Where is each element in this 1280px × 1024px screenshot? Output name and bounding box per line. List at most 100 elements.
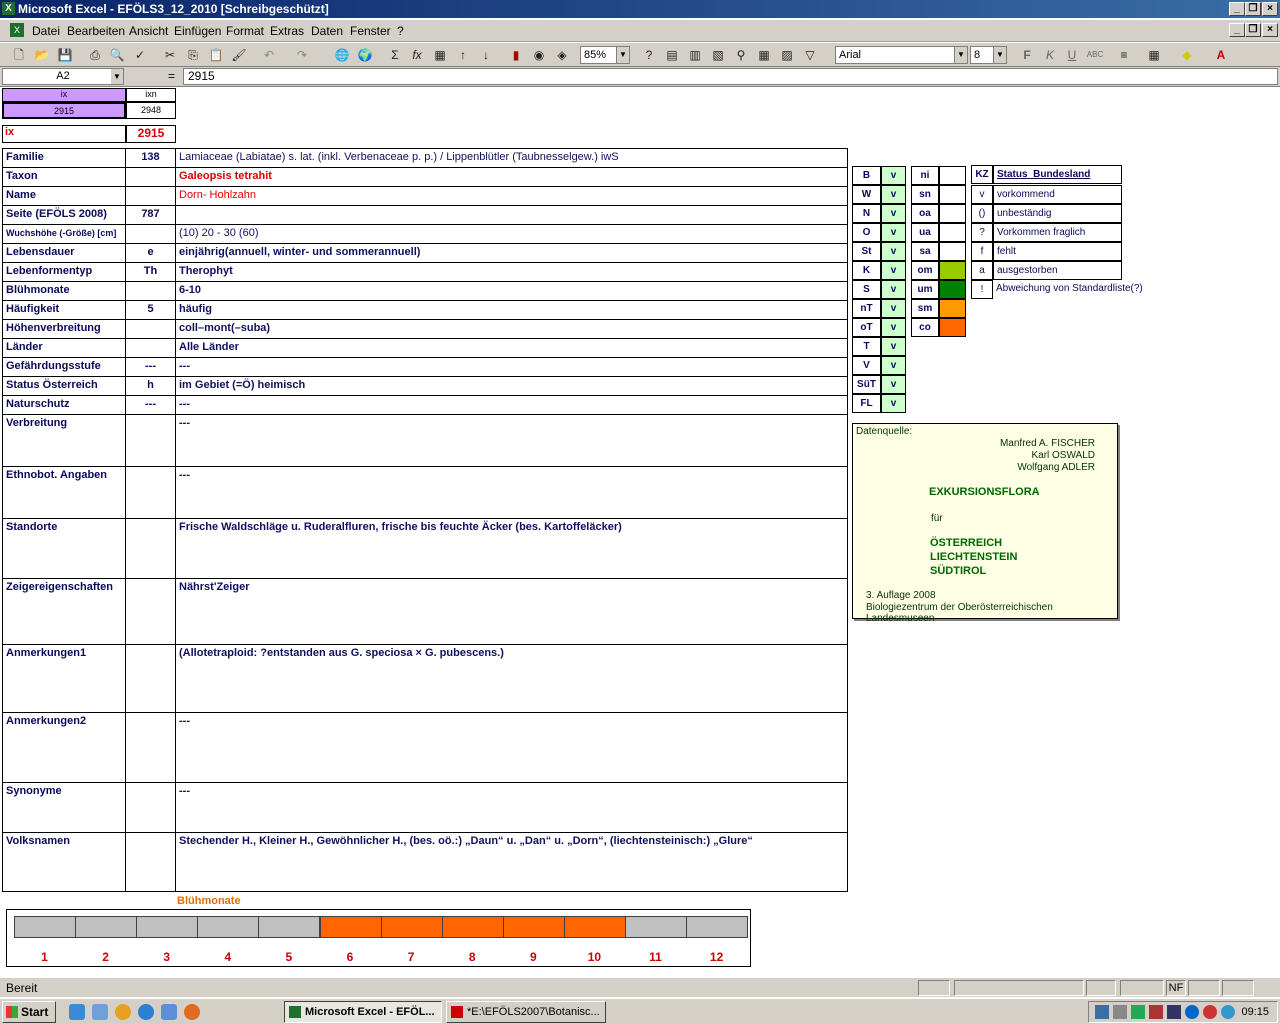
toolbar-icon-d[interactable]: ▦ — [755, 46, 773, 64]
row-label[interactable]: Lebensdauer — [2, 243, 126, 262]
row-text[interactable]: häufig — [176, 300, 848, 319]
ix-header[interactable]: ix — [2, 88, 126, 102]
text-row-text[interactable]: --- — [176, 782, 848, 832]
text-row-label[interactable]: Synonyme — [2, 782, 126, 832]
row-code[interactable]: 787 — [126, 205, 176, 224]
chevron-down-icon[interactable]: ▼ — [993, 47, 1006, 63]
underline-button[interactable]: U — [1063, 46, 1081, 64]
align-icon[interactable]: ≡ — [1115, 46, 1133, 64]
row-text[interactable]: einjährig(annuell, winter- und sommerann… — [176, 243, 848, 262]
chart-wizard-icon[interactable]: ▮ — [507, 46, 525, 64]
menu-help[interactable]: ? — [397, 24, 404, 38]
row-label[interactable]: Länder — [2, 338, 126, 357]
font-color-icon[interactable]: A — [1212, 46, 1230, 64]
ixn-header[interactable]: ixn — [126, 88, 176, 102]
doc-restore-button[interactable]: ❐ — [1245, 23, 1261, 37]
row-code[interactable]: e — [126, 243, 176, 262]
text-row-label[interactable]: Anmerkungen1 — [2, 644, 126, 712]
redo-icon[interactable]: ↷ — [293, 46, 311, 64]
map-icon[interactable]: ◉ — [530, 46, 548, 64]
task-editor[interactable]: *E:\EFÖLS2007\Botanisc... — [446, 1001, 606, 1023]
text-row-label[interactable]: Verbreitung — [2, 414, 126, 466]
quicklaunch-browser-icon[interactable] — [138, 1004, 154, 1020]
autosum-icon[interactable]: Σ — [386, 46, 404, 64]
borders-icon[interactable]: ▦ — [1145, 46, 1163, 64]
tray-shield-icon[interactable] — [1167, 1005, 1181, 1019]
row-code[interactable] — [126, 224, 176, 243]
row-label[interactable]: Häufigkeit — [2, 300, 126, 319]
tray-icon-7[interactable] — [1203, 1005, 1217, 1019]
doc-minimize-button[interactable]: _ — [1229, 23, 1245, 37]
row-label[interactable]: Wuchshöhe (-Größe) [cm] — [2, 224, 126, 243]
tray-icon-8[interactable] — [1221, 1005, 1235, 1019]
toolbar-icon-c[interactable]: ▧ — [709, 46, 727, 64]
menu-daten[interactable]: Daten — [311, 24, 343, 38]
row-code[interactable]: 5 — [126, 300, 176, 319]
text-row-code[interactable] — [126, 578, 176, 644]
row-label[interactable]: Familie — [2, 148, 126, 167]
row-text[interactable]: --- — [176, 395, 848, 414]
restore-button[interactable]: ❐ — [1245, 2, 1261, 16]
bold-button[interactable]: F — [1018, 46, 1036, 64]
italic-button[interactable]: K — [1041, 46, 1059, 64]
doc-close-button[interactable]: × — [1262, 23, 1278, 37]
quicklaunch-firefox-icon[interactable] — [184, 1004, 200, 1020]
save-icon[interactable]: 💾 — [56, 46, 74, 64]
row-code[interactable]: 138 — [126, 148, 176, 167]
tray-volume-icon[interactable] — [1113, 1005, 1127, 1019]
row-label[interactable]: Status Österreich — [2, 376, 126, 395]
open-icon[interactable]: 📂 — [33, 46, 51, 64]
tray-info-icon[interactable] — [1185, 1005, 1199, 1019]
row-label[interactable]: Naturschutz — [2, 395, 126, 414]
print-icon[interactable]: ⎙ — [86, 46, 104, 64]
ix-value-cell[interactable]: 2915 — [2, 102, 126, 119]
hyperlink-icon[interactable]: 🌐 — [333, 46, 351, 64]
worksheet[interactable]: ix ixn 2915 2948 ix 2915 Familie 138 Lamia… — [0, 87, 1280, 977]
chevron-down-icon[interactable]: ▼ — [616, 47, 629, 63]
text-row-text[interactable]: --- — [176, 712, 848, 782]
paste-icon[interactable]: 📋 — [207, 46, 225, 64]
row-code[interactable] — [126, 186, 176, 205]
text-row-text[interactable]: (Allotetraploid: ?entstanden aus G. spec… — [176, 644, 848, 712]
text-row-text[interactable]: --- — [176, 414, 848, 466]
menu-ansicht[interactable]: Ansicht — [129, 24, 168, 38]
sort-desc-icon[interactable]: ↓ — [477, 46, 495, 64]
function-wizard-icon[interactable]: ▦ — [431, 46, 449, 64]
spellcheck-icon[interactable]: ✓ — [131, 46, 149, 64]
quicklaunch-ie-icon[interactable] — [69, 1004, 85, 1020]
cut-icon[interactable]: ✂ — [161, 46, 179, 64]
ixn-value-cell[interactable]: 2948 — [126, 102, 176, 119]
row-code[interactable]: Th — [126, 262, 176, 281]
row-label[interactable]: Gefährdungsstufe — [2, 357, 126, 376]
text-row-text[interactable]: Frische Waldschläge u. Ruderalfluren, fr… — [176, 518, 848, 578]
row-label[interactable]: Name — [2, 186, 126, 205]
text-row-code[interactable] — [126, 782, 176, 832]
quicklaunch-media-icon[interactable] — [115, 1004, 131, 1020]
row-code[interactable] — [126, 167, 176, 186]
row-text[interactable]: im Gebiet (=Ö) heimisch — [176, 376, 848, 395]
drawing-icon[interactable]: ◈ — [553, 46, 571, 64]
row-label[interactable]: Seite (EFÖLS 2008) — [2, 205, 126, 224]
name-box[interactable]: A2 ▼ — [2, 68, 124, 85]
formula-input[interactable]: 2915 — [183, 68, 1278, 85]
strike-icon[interactable]: ABC — [1086, 46, 1104, 64]
menu-extras[interactable]: Extras — [270, 24, 304, 38]
row-text[interactable] — [176, 205, 848, 224]
menu-bearbeiten[interactable]: Bearbeiten — [67, 24, 125, 38]
text-row-label[interactable]: Anmerkungen2 — [2, 712, 126, 782]
text-row-text[interactable]: Nährst'Zeiger — [176, 578, 848, 644]
menu-fenster[interactable]: Fenster — [350, 24, 391, 38]
text-row-code[interactable] — [126, 518, 176, 578]
toolbar-icon-e[interactable]: ▨ — [778, 46, 796, 64]
function-icon[interactable]: fx — [408, 46, 426, 64]
fill-color-icon[interactable]: ◆ — [1178, 46, 1196, 64]
row-code[interactable] — [126, 281, 176, 300]
row-code[interactable]: --- — [126, 357, 176, 376]
text-row-text[interactable]: --- — [176, 466, 848, 518]
zoom-select[interactable]: 85% ▼ — [580, 46, 630, 64]
row-text[interactable]: --- — [176, 357, 848, 376]
row-label[interactable]: Lebenformentyp — [2, 262, 126, 281]
row-text[interactable]: Alle Länder — [176, 338, 848, 357]
start-button[interactable]: Start — [2, 1001, 56, 1023]
sort-asc-icon[interactable]: ↑ — [454, 46, 472, 64]
